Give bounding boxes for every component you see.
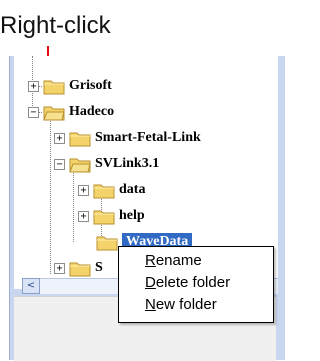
tree-item-label: Grisoft <box>69 78 112 93</box>
menu-item-suffix: elete folder <box>155 274 231 291</box>
expand-icon[interactable]: + <box>78 184 89 196</box>
collapse-icon[interactable]: − <box>28 106 39 118</box>
tree-item-label: S <box>95 260 103 275</box>
tree-item-label: Smart-Fetal-Link <box>95 130 201 145</box>
expand-icon[interactable]: + <box>54 132 65 144</box>
menu-item-mnemonic: D <box>145 274 156 291</box>
folder-icon <box>69 132 91 147</box>
menu-item-suffix: ew folder <box>155 296 217 313</box>
tree-item-label: help <box>119 208 145 223</box>
menu-item-new-folder[interactable]: New folder <box>145 296 217 313</box>
tree-item-svlink3[interactable]: − SVLink3.1 <box>54 151 159 177</box>
tree-item-label: data <box>119 182 146 197</box>
folder-icon <box>96 236 118 251</box>
tree-item-label: SVLink3.1 <box>95 156 160 171</box>
collapse-icon[interactable]: − <box>54 158 65 170</box>
scroll-left-button[interactable]: < <box>22 278 40 294</box>
folder-icon <box>69 262 91 277</box>
tree-item-hadeco[interactable]: − Hadeco <box>28 99 114 125</box>
expand-icon[interactable]: + <box>78 210 89 222</box>
folder-icon <box>93 184 115 199</box>
expand-icon[interactable]: + <box>28 80 39 92</box>
menu-item-mnemonic: N <box>145 296 156 313</box>
menu-item-delete-folder[interactable]: Delete folder <box>145 274 230 291</box>
folder-icon <box>43 80 65 95</box>
tree-item-help[interactable]: + help <box>78 203 145 229</box>
tree-item-label: Hadeco <box>69 104 115 119</box>
menu-item-mnemonic: R <box>145 252 156 269</box>
folder-open-icon <box>69 158 91 173</box>
menu-item-rename[interactable]: Rename <box>145 252 202 269</box>
tree-item-smart-fetal-link[interactable]: + Smart-Fetal-Link <box>54 125 201 151</box>
expand-icon[interactable]: + <box>54 262 65 274</box>
folder-icon <box>93 210 115 225</box>
annotation-title: Right-click <box>0 12 111 39</box>
menu-item-suffix: ename <box>155 252 202 269</box>
tree-item-grisoft[interactable]: + Grisoft <box>28 73 112 99</box>
context-menu: Rename Delete folder New folder <box>118 246 274 323</box>
folder-open-icon <box>43 106 65 121</box>
tree-item-data[interactable]: + data <box>78 177 145 203</box>
